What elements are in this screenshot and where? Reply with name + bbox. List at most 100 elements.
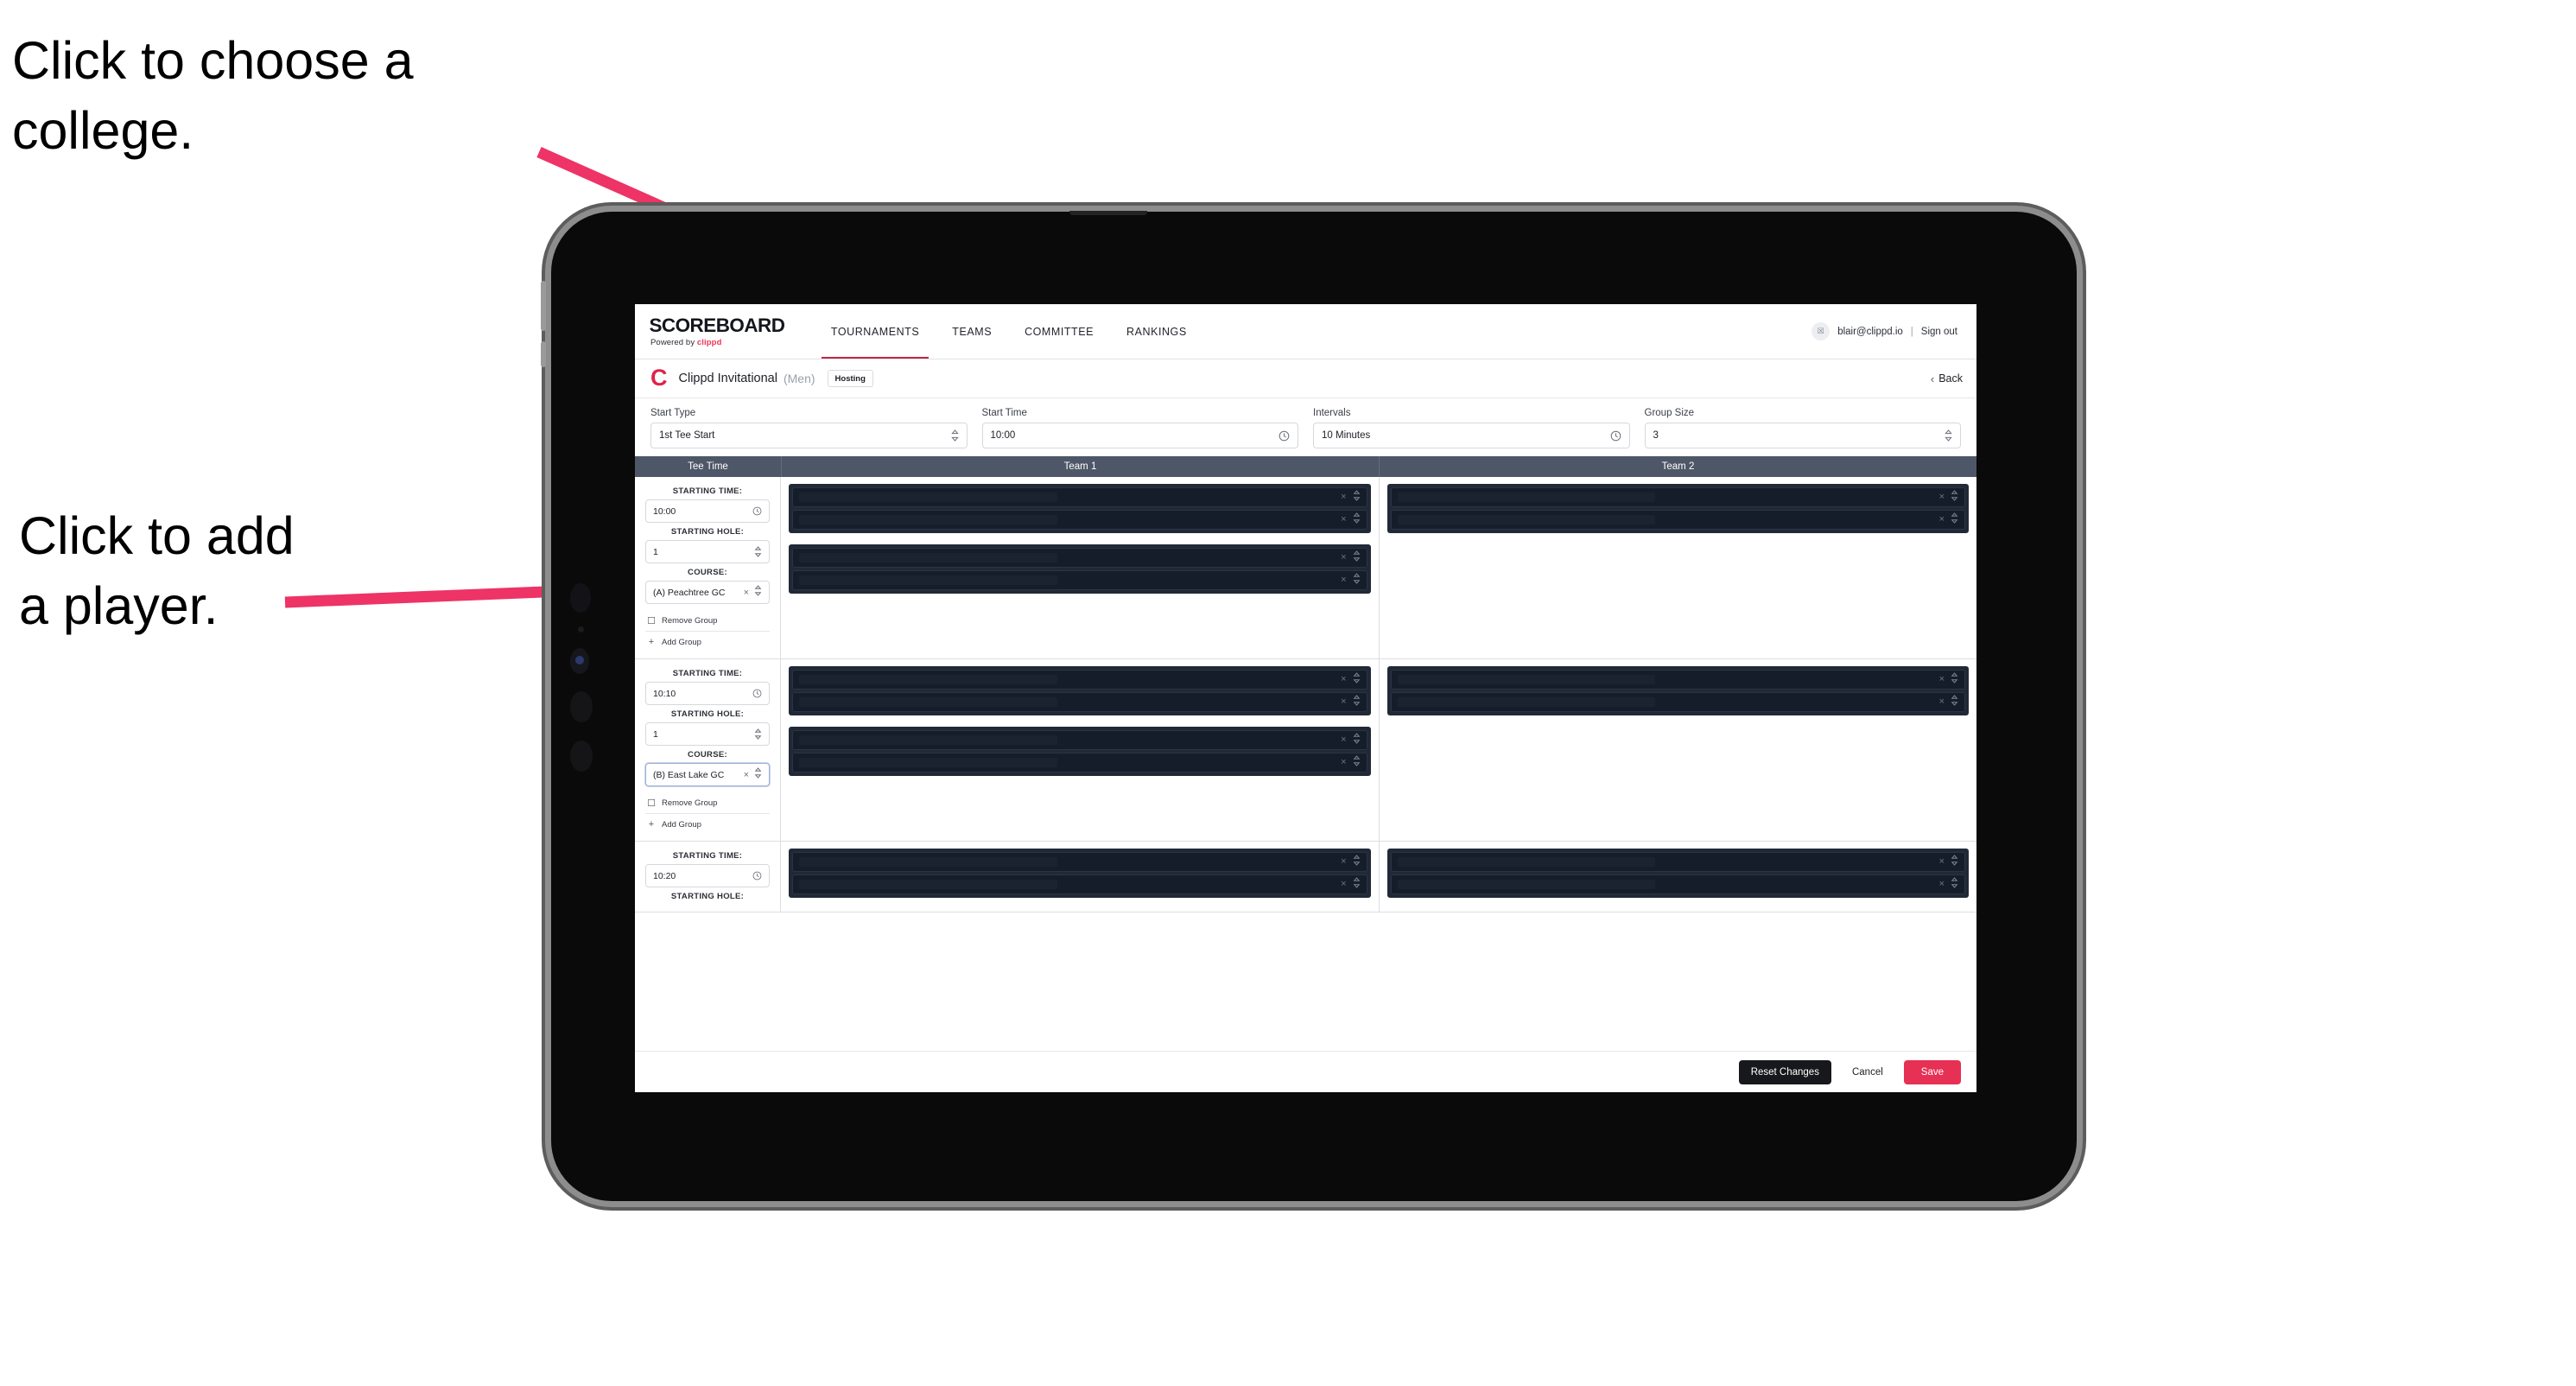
stepper-icon[interactable] [1353, 754, 1361, 771]
stepper-icon[interactable] [754, 546, 762, 557]
player-name-field[interactable] [1397, 675, 1656, 684]
player-slot[interactable]: × [792, 874, 1367, 894]
player-name-field[interactable] [1397, 857, 1656, 867]
stepper-icon[interactable] [1353, 694, 1361, 710]
player-slot[interactable]: × [792, 670, 1367, 690]
player-slot[interactable]: × [1390, 487, 1965, 507]
stepper-icon[interactable] [754, 728, 762, 740]
remove-group-button[interactable]: ☐ Remove Group [645, 792, 770, 814]
player-slot[interactable]: × [1390, 692, 1965, 712]
start-type-select[interactable]: 1st Tee Start [650, 423, 968, 448]
player-name-field[interactable] [799, 758, 1057, 767]
player-name-field[interactable] [799, 575, 1057, 585]
player-name-field[interactable] [799, 553, 1057, 563]
stepper-icon[interactable] [754, 584, 762, 601]
add-group-button[interactable]: + Add Group [645, 814, 770, 834]
nav-item-teams[interactable]: TEAMS [936, 304, 1008, 359]
clear-icon[interactable]: × [1939, 880, 1945, 889]
player-name-field[interactable] [1397, 880, 1656, 889]
player-slot[interactable]: × [792, 510, 1367, 530]
clock-icon[interactable] [752, 871, 762, 881]
player-slot[interactable]: × [792, 548, 1367, 568]
cancel-button[interactable]: Cancel [1843, 1060, 1892, 1084]
course-select[interactable]: (B) East Lake GC × [645, 763, 770, 786]
stepper-icon[interactable] [1353, 512, 1361, 528]
player-name-field[interactable] [799, 857, 1057, 867]
player-slot[interactable]: × [792, 692, 1367, 712]
clear-icon[interactable]: × [1341, 697, 1346, 707]
player-slot[interactable]: × [792, 730, 1367, 750]
stepper-icon[interactable] [1353, 489, 1361, 505]
clear-icon[interactable]: × [1341, 880, 1346, 889]
scoreboard-logo[interactable]: SCOREBOARD Powered by clippd [649, 315, 784, 347]
player-slot[interactable]: × [1390, 874, 1965, 894]
stepper-icon[interactable] [1353, 550, 1361, 566]
starting-time-input[interactable]: 10:10 [645, 682, 770, 705]
volume-down-button[interactable] [541, 341, 546, 367]
starting-hole-input[interactable]: 1 [645, 722, 770, 746]
stepper-icon[interactable] [1353, 876, 1361, 893]
player-slot[interactable]: × [792, 852, 1367, 872]
clock-icon[interactable] [1278, 430, 1290, 442]
nav-item-tournaments[interactable]: TOURNAMENTS [815, 304, 936, 359]
clear-icon[interactable]: × [744, 588, 749, 598]
player-name-field[interactable] [1397, 515, 1656, 525]
player-slot[interactable]: × [792, 487, 1367, 507]
player-slot[interactable]: × [792, 753, 1367, 772]
player-name-field[interactable] [799, 697, 1057, 707]
save-button[interactable]: Save [1903, 1059, 1961, 1084]
stepper-icon[interactable] [1353, 732, 1361, 748]
stepper-icon[interactable] [1353, 854, 1361, 870]
player-name-field[interactable] [1397, 493, 1656, 502]
clear-icon[interactable]: × [1939, 675, 1945, 684]
starting-time-input[interactable]: 10:20 [645, 864, 770, 887]
clear-icon[interactable]: × [1341, 493, 1346, 502]
nav-item-committee[interactable]: COMMITTEE [1008, 304, 1110, 359]
stepper-icon[interactable] [1945, 429, 1952, 442]
player-name-field[interactable] [799, 880, 1057, 889]
player-slot[interactable]: × [1390, 510, 1965, 530]
stepper-icon[interactable] [950, 429, 959, 442]
player-name-field[interactable] [799, 735, 1057, 745]
reset-changes-button[interactable]: Reset Changes [1738, 1059, 1831, 1084]
remove-group-button[interactable]: ☐ Remove Group [645, 610, 770, 632]
course-select[interactable]: (A) Peachtree GC × [645, 581, 770, 604]
stepper-icon[interactable] [1353, 572, 1361, 588]
stepper-icon[interactable] [1951, 694, 1958, 710]
stepper-icon[interactable] [1951, 489, 1958, 505]
clock-icon[interactable] [752, 689, 762, 698]
stepper-icon[interactable] [754, 766, 762, 783]
stepper-icon[interactable] [1951, 671, 1958, 688]
clear-icon[interactable]: × [1341, 735, 1346, 745]
player-name-field[interactable] [799, 493, 1057, 502]
back-button[interactable]: ‹ Back [1931, 372, 1963, 385]
nav-item-rankings[interactable]: RANKINGS [1110, 304, 1203, 359]
start-time-input[interactable]: 10:00 [981, 423, 1298, 448]
clear-icon[interactable]: × [1341, 553, 1346, 563]
clear-icon[interactable]: × [1341, 575, 1346, 585]
clock-icon[interactable] [752, 506, 762, 516]
stepper-icon[interactable] [1951, 854, 1958, 870]
clear-icon[interactable]: × [1341, 515, 1346, 525]
clear-icon[interactable]: × [1341, 675, 1346, 684]
clock-icon[interactable] [1610, 430, 1621, 442]
player-name-field[interactable] [799, 515, 1057, 525]
clear-icon[interactable]: × [1939, 697, 1945, 707]
sign-out-link[interactable]: Sign out [1921, 327, 1957, 337]
stepper-icon[interactable] [1951, 876, 1958, 893]
volume-up-button[interactable] [541, 281, 546, 331]
player-name-field[interactable] [799, 675, 1057, 684]
stepper-icon[interactable] [1353, 671, 1361, 688]
starting-time-input[interactable]: 10:00 [645, 499, 770, 523]
avatar[interactable]: ☒ [1811, 322, 1830, 340]
clear-icon[interactable]: × [1939, 493, 1945, 502]
player-slot[interactable]: × [792, 570, 1367, 590]
player-name-field[interactable] [1397, 697, 1656, 707]
player-slot[interactable]: × [1390, 852, 1965, 872]
clear-icon[interactable]: × [1341, 758, 1346, 767]
clear-icon[interactable]: × [1939, 515, 1945, 525]
clear-icon[interactable]: × [1341, 857, 1346, 867]
tee-times-table-body[interactable]: STARTING TIME: 10:00 STARTING HOLE: 1 COURSE… [635, 477, 1976, 1051]
clear-icon[interactable]: × [744, 770, 749, 780]
clear-icon[interactable]: × [1939, 857, 1945, 867]
